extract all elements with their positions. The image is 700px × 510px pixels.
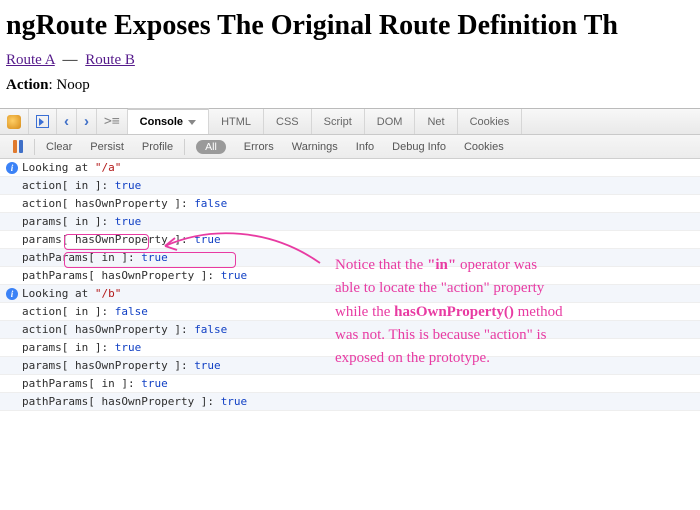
filter-debug-info[interactable]: Debug Info	[383, 135, 455, 158]
tab-dom[interactable]: DOM	[365, 109, 416, 134]
tab-console[interactable]: Console	[128, 108, 209, 134]
row-gutter: i	[4, 162, 20, 174]
log-text: params[ in ]: true	[20, 215, 141, 228]
info-icon: i	[6, 162, 18, 174]
link-separator: —	[59, 52, 82, 68]
devtools-toolbar: ‹ › >≡ Console HTML CSS Script DOM Net C…	[0, 109, 700, 135]
tab-html[interactable]: HTML	[209, 109, 264, 134]
row-gutter: i	[4, 288, 20, 300]
console-info-row: iLooking at "/a"	[0, 159, 700, 177]
console-log-row: action[ in ]: true	[0, 177, 700, 195]
action-value: Noop	[56, 77, 89, 93]
log-text: params[ hasOwnProperty ]: true	[20, 359, 221, 372]
filter-info[interactable]: Info	[347, 135, 383, 158]
console-log-row: pathParams[ in ]: true	[0, 375, 700, 393]
filter-errors[interactable]: Errors	[235, 135, 283, 158]
log-text: pathParams[ in ]: true	[20, 377, 168, 390]
page-title: ngRoute Exposes The Original Route Defin…	[6, 10, 694, 42]
log-text: Looking at "/b"	[20, 287, 121, 300]
route-b-link[interactable]: Route B	[85, 52, 135, 68]
forward-button[interactable]: ›	[77, 109, 97, 134]
filter-all[interactable]: All	[187, 135, 235, 158]
profile-button[interactable]: Profile	[133, 135, 182, 158]
log-text: params[ hasOwnProperty ]: true	[20, 233, 221, 246]
firebug-icon[interactable]	[0, 109, 29, 134]
info-icon: i	[6, 288, 18, 300]
log-text: params[ in ]: true	[20, 341, 141, 354]
log-text: action[ in ]: true	[20, 179, 141, 192]
filter-warnings[interactable]: Warnings	[283, 135, 347, 158]
log-text: pathParams[ hasOwnProperty ]: true	[20, 395, 247, 408]
console-log-row: pathParams[ hasOwnProperty ]: true	[0, 393, 700, 411]
break-toggle-icon[interactable]	[4, 135, 32, 158]
clear-button[interactable]: Clear	[37, 135, 81, 158]
tab-cookies[interactable]: Cookies	[458, 109, 523, 134]
route-a-link[interactable]: Route A	[6, 52, 55, 68]
log-text: action[ hasOwnProperty ]: false	[20, 323, 227, 336]
tab-script[interactable]: Script	[312, 109, 365, 134]
command-line-icon[interactable]: >≡	[97, 109, 128, 134]
annotation-text: Notice that the "in" operator was able t…	[335, 254, 665, 370]
tab-console-label: Console	[140, 116, 183, 128]
tab-css[interactable]: CSS	[264, 109, 312, 134]
log-text: pathParams[ hasOwnProperty ]: true	[20, 269, 247, 282]
console-subbar: Clear Persist Profile All Errors Warning…	[0, 135, 700, 159]
log-text: Looking at "/a"	[20, 161, 121, 174]
action-label: Action	[6, 77, 49, 93]
tab-net[interactable]: Net	[415, 109, 457, 134]
chevron-down-icon	[188, 120, 196, 125]
log-text: action[ in ]: false	[20, 305, 148, 318]
log-text: pathParams[ in ]: true	[20, 251, 168, 264]
console-log-row: params[ in ]: true	[0, 213, 700, 231]
console-log-row: params[ hasOwnProperty ]: true	[0, 231, 700, 249]
persist-button[interactable]: Persist	[81, 135, 133, 158]
inspect-icon[interactable]	[29, 109, 57, 134]
back-button[interactable]: ‹	[57, 109, 77, 134]
action-line: Action: Noop	[6, 77, 694, 94]
filter-cookies[interactable]: Cookies	[455, 135, 513, 158]
log-text: action[ hasOwnProperty ]: false	[20, 197, 227, 210]
console-log-row: action[ hasOwnProperty ]: false	[0, 195, 700, 213]
route-links: Route A — Route B	[6, 52, 694, 69]
